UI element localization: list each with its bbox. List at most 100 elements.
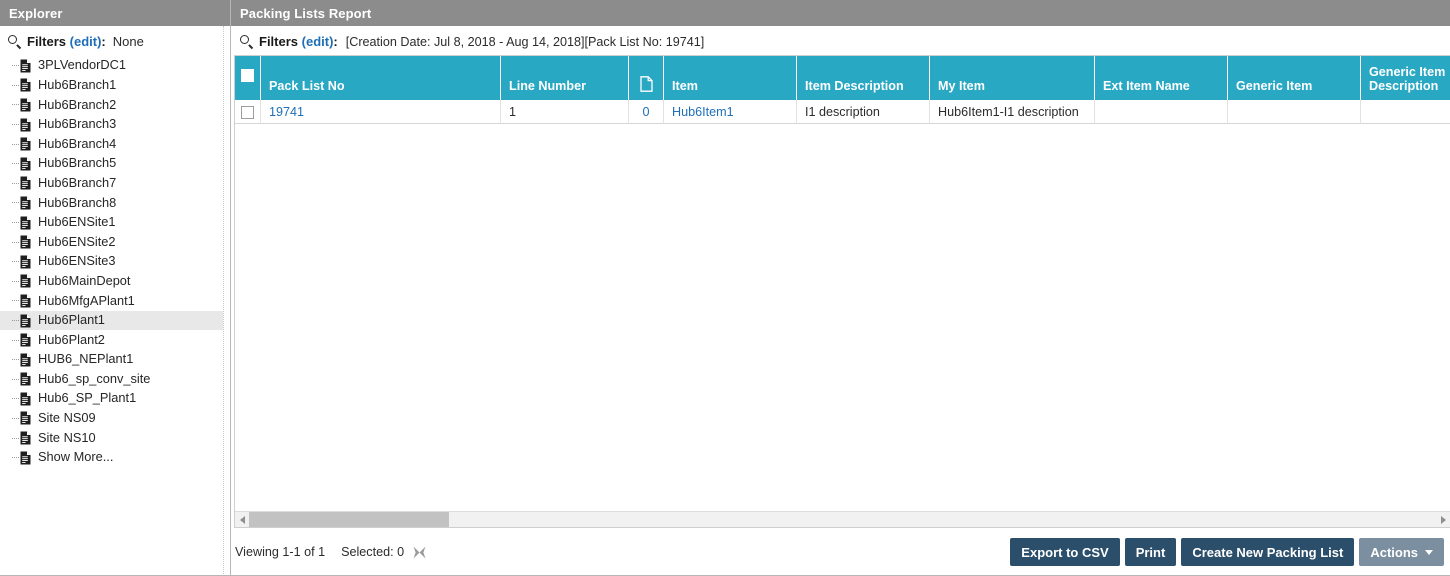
cell-pack-list-no: 19741 [261, 100, 501, 124]
item-link[interactable]: Hub6Item1 [672, 105, 734, 119]
cell-item-description: I1 description [797, 100, 930, 124]
tree-connector [12, 320, 19, 322]
document-icon [20, 333, 31, 347]
page-title: Packing Lists Report [240, 5, 372, 21]
sidebar-item[interactable]: 3PLVendorDC1 [0, 56, 230, 76]
sidebar-item[interactable]: Hub6Branch8 [0, 193, 230, 213]
tree-connector [12, 104, 19, 106]
tree-connector [12, 143, 19, 145]
sidebar-item-label: Show More... [38, 449, 114, 465]
clear-selection-x-icon[interactable] [412, 545, 427, 560]
chevron-down-icon [1425, 549, 1433, 555]
scrollbar-thumb[interactable] [249, 512, 449, 527]
cell-generic-item-description [1361, 100, 1450, 124]
sidebar-item-label: Site NS09 [38, 410, 96, 426]
sidebar-item[interactable]: Hub6_SP_Plant1 [0, 389, 230, 409]
report-filters-edit-link[interactable]: (edit) [302, 34, 334, 49]
cell-item: Hub6Item1 [664, 100, 797, 124]
viewing-count-label: Viewing 1-1 of 1 [235, 545, 326, 559]
sidebar-item[interactable]: Hub6Branch7 [0, 174, 230, 194]
document-icon [20, 235, 31, 249]
tree-connector [12, 222, 19, 224]
document-icon [20, 137, 31, 151]
sidebar-item[interactable]: Site NS09 [0, 409, 230, 429]
sidebar-vertical-scrollbar[interactable] [223, 26, 230, 574]
application-window: Explorer Filters (edit) : None 3PLVendor… [0, 0, 1450, 576]
pack-list-no-link[interactable]: 19741 [269, 105, 304, 119]
create-new-packing-list-button[interactable]: Create New Packing List [1181, 538, 1355, 566]
column-header-line-number[interactable]: Line Number [501, 56, 629, 100]
sidebar-item[interactable]: HUB6_NEPlant1 [0, 350, 230, 370]
tree-connector [12, 378, 19, 380]
triangle-left-icon [239, 515, 245, 524]
sidebar-item[interactable]: Hub6ENSite1 [0, 213, 230, 233]
sidebar-item-label: Hub6_SP_Plant1 [38, 390, 137, 406]
grid-horizontal-scrollbar[interactable] [235, 511, 1450, 527]
scroll-left-button[interactable] [235, 512, 249, 527]
report-footer: Viewing 1-1 of 1 Selected: 0 Export to C… [231, 528, 1450, 576]
tree-connector [12, 339, 19, 341]
sidebar-item[interactable]: Hub6Branch1 [0, 76, 230, 96]
document-icon [20, 59, 31, 73]
sidebar-item-label: Hub6ENSite1 [38, 214, 116, 230]
sidebar-item-label: Hub6MfgAPlant1 [38, 292, 135, 308]
document-icon [20, 274, 31, 288]
sidebar-item[interactable]: Hub6Plant2 [0, 330, 230, 350]
sidebar-item[interactable]: Hub6Branch2 [0, 95, 230, 115]
document-icon [20, 411, 31, 425]
table-row[interactable]: 19741 1 0 Hub6Item1 I1 description Hub6I… [235, 100, 1450, 124]
select-all-checkbox[interactable] [241, 68, 254, 82]
attachment-count-link[interactable]: 0 [642, 105, 649, 119]
sidebar-item[interactable]: Show More... [0, 448, 230, 468]
column-header-ext-item-name[interactable]: Ext Item Name [1095, 56, 1228, 100]
tree-connector [12, 457, 19, 459]
cell-line-number: 1 [501, 100, 629, 124]
grid-scroll-area: Pack List No Line Number Item Item Descr… [235, 56, 1450, 511]
sidebar-item[interactable]: Hub6Plant1 [0, 310, 230, 331]
sidebar-item-label: Hub6MainDepot [38, 272, 131, 288]
tree-connector [12, 359, 19, 361]
column-header-my-item[interactable]: My Item [930, 56, 1095, 100]
column-header-generic-item[interactable]: Generic Item [1228, 56, 1361, 100]
sidebar-item[interactable]: Hub6MfgAPlant1 [0, 291, 230, 311]
sidebar-item[interactable]: Hub6_sp_conv_site [0, 370, 230, 390]
document-icon [20, 157, 31, 171]
sidebar-item[interactable]: Hub6ENSite3 [0, 252, 230, 272]
tree-connector [12, 202, 19, 204]
column-header-generic-item-description[interactable]: Generic Item Description [1361, 56, 1450, 100]
export-to-csv-button[interactable]: Export to CSV [1010, 538, 1120, 566]
explorer-sidebar: Explorer Filters (edit) : None 3PLVendor… [0, 0, 231, 576]
sidebar-item-label: Hub6Branch4 [38, 135, 117, 151]
explorer-header: Explorer [0, 0, 230, 26]
column-header-item-description[interactable]: Item Description [797, 56, 930, 100]
sidebar-item[interactable]: Hub6Branch3 [0, 115, 230, 135]
actions-button[interactable]: Actions [1359, 538, 1444, 566]
column-header-select-all[interactable] [235, 56, 261, 100]
sidebar-item-label: Hub6Branch2 [38, 96, 117, 112]
column-header-pack-list-no[interactable]: Pack List No [261, 56, 501, 100]
sidebar-item[interactable]: Hub6Branch4 [0, 134, 230, 154]
report-grid-container: Pack List No Line Number Item Item Descr… [234, 55, 1450, 528]
scroll-right-button[interactable] [1436, 512, 1450, 527]
explorer-filters-edit-link[interactable]: (edit) [70, 34, 102, 49]
sidebar-item-label: Hub6Branch7 [38, 174, 117, 190]
column-header-item[interactable]: Item [664, 56, 797, 100]
cell-ext-item-name [1095, 100, 1228, 124]
sidebar-item-label: 3PLVendorDC1 [38, 57, 126, 73]
sidebar-item-label: Hub6Plant2 [38, 331, 105, 347]
row-select-cell[interactable] [235, 100, 261, 124]
sidebar-item[interactable]: Hub6MainDepot [0, 272, 230, 292]
column-header-attachment[interactable] [629, 56, 664, 100]
sidebar-item[interactable]: Hub6Branch5 [0, 154, 230, 174]
tree-connector [12, 261, 19, 263]
print-button[interactable]: Print [1124, 538, 1177, 566]
document-icon [20, 372, 31, 386]
sidebar-item[interactable]: Hub6ENSite2 [0, 232, 230, 252]
search-icon [239, 34, 254, 49]
report-filters-colon: : [333, 34, 338, 49]
sidebar-item[interactable]: Site NS10 [0, 428, 230, 448]
explorer-filters-colon: : [101, 34, 106, 49]
row-checkbox[interactable] [241, 105, 254, 119]
scrollbar-track[interactable] [249, 512, 1436, 527]
sidebar-item-label: Hub6ENSite2 [38, 233, 116, 249]
